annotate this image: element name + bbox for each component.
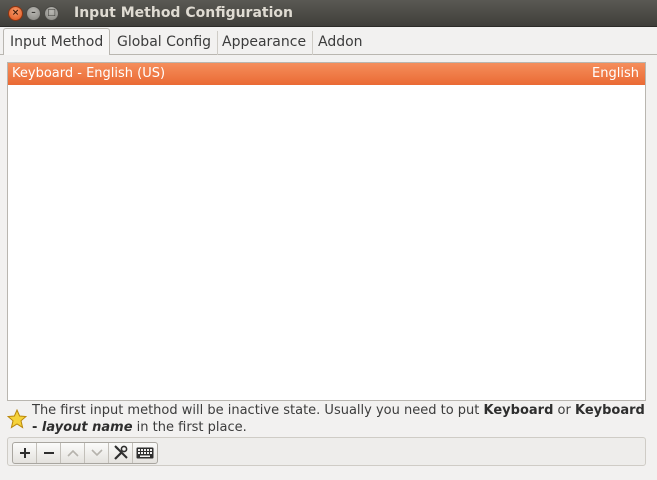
maximize-icon: □ xyxy=(47,8,56,18)
close-window-button[interactable]: × xyxy=(8,6,23,21)
move-down-button[interactable] xyxy=(85,443,109,463)
input-method-list[interactable]: Keyboard - English (US) English xyxy=(7,62,646,401)
configure-input-method-button[interactable] xyxy=(109,443,133,463)
tab-bar: Input Method Global Config Appearance Ad… xyxy=(0,28,657,55)
list-item-selected[interactable]: Keyboard - English (US) English xyxy=(8,63,645,85)
tab-global-config[interactable]: Global Config xyxy=(111,31,219,55)
edit-button-group xyxy=(12,442,158,464)
add-input-method-button[interactable] xyxy=(13,443,37,463)
title-bar: × – □ Input Method Configuration xyxy=(0,0,657,27)
arrow-up-icon xyxy=(66,449,79,457)
minimize-icon: – xyxy=(31,8,36,18)
input-method-name: Keyboard - English (US) xyxy=(12,66,166,81)
tools-icon xyxy=(113,445,128,460)
list-toolbar xyxy=(7,437,646,466)
maximize-window-button[interactable]: □ xyxy=(44,6,59,21)
close-icon: × xyxy=(11,8,20,18)
move-up-button[interactable] xyxy=(61,443,85,463)
tab-input-method[interactable]: Input Method xyxy=(3,28,111,55)
keyboard-icon xyxy=(136,447,154,459)
arrow-down-icon xyxy=(90,449,103,457)
tab-appearance[interactable]: Appearance xyxy=(216,31,314,55)
remove-input-method-button[interactable] xyxy=(37,443,61,463)
minus-icon xyxy=(43,452,54,454)
tab-addon[interactable]: Addon xyxy=(312,31,369,55)
minimize-window-button[interactable]: – xyxy=(26,6,41,21)
input-method-language: English xyxy=(592,66,639,81)
star-icon xyxy=(7,409,27,429)
window-title: Input Method Configuration xyxy=(74,5,293,21)
plus-icon xyxy=(19,448,30,458)
keyboard-layout-button[interactable] xyxy=(133,443,157,463)
info-message: The first input method will be inactive … xyxy=(32,403,645,435)
